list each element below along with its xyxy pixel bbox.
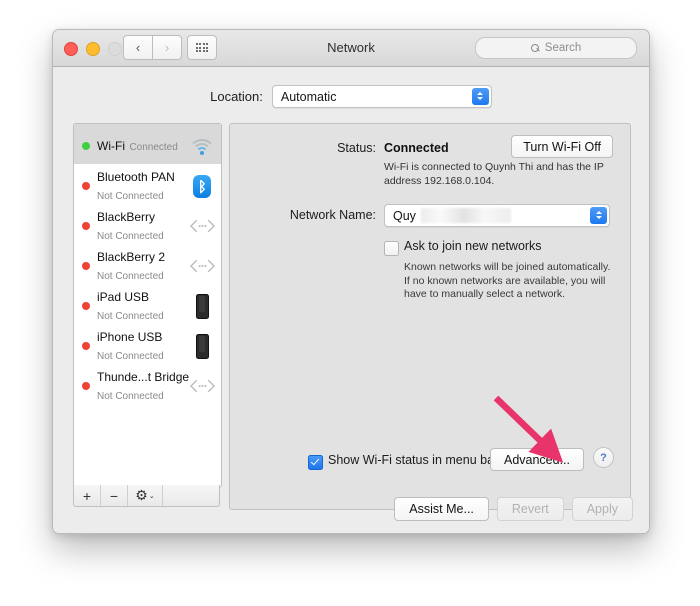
status-dot: [82, 382, 90, 390]
service-status: Not Connected: [97, 391, 164, 402]
thunderbolt-icon: [189, 253, 215, 279]
turn-wifi-off-button[interactable]: Turn Wi-Fi Off: [511, 135, 613, 158]
service-status: Not Connected: [97, 351, 164, 362]
window-titlebar: ‹ › Network Search: [53, 30, 649, 67]
wifi-detail-pane: Status: Connected Turn Wi-Fi Off Wi-Fi i…: [229, 123, 631, 510]
toolbar-filler: [163, 485, 219, 506]
sidebar-item-blackberry[interactable]: BlackBerry Not Connected: [74, 204, 221, 244]
service-name: Thunde...t Bridge: [97, 370, 190, 384]
chevron-updown-icon: [590, 206, 607, 224]
status-description: Wi-Fi is connected to Quynh Thi and has …: [384, 161, 604, 187]
thunderbolt-icon: [189, 373, 215, 399]
status-value: Connected: [384, 141, 449, 155]
service-name: iPhone USB: [97, 330, 163, 344]
sidebar-item-bluetooth-pan[interactable]: Bluetooth PAN Not Connected: [74, 164, 221, 204]
search-icon: [530, 43, 540, 53]
chevron-down-icon: ⌄: [148, 492, 155, 500]
status-label: Status:: [337, 141, 376, 155]
gear-menu-button[interactable]: ⚙ ⌄: [128, 485, 163, 506]
network-name-dropdown[interactable]: Quy: [384, 204, 610, 227]
service-status: Not Connected: [97, 311, 164, 322]
ask-to-join-checkbox[interactable]: [384, 241, 399, 256]
status-dot: [82, 222, 90, 230]
redacted-network-name: [421, 208, 511, 223]
footer-buttons: Assist Me... Revert Apply: [394, 497, 633, 521]
location-label: Location:: [210, 89, 263, 104]
sidebar-item-wi-fi[interactable]: Wi-Fi Connected: [74, 124, 221, 164]
service-list-toolbar: + − ⚙ ⌄: [73, 485, 220, 507]
service-status: Connected: [129, 142, 178, 153]
network-name-label: Network Name:: [289, 208, 376, 222]
phone-icon: [189, 333, 215, 359]
network-name-value: Quy: [393, 208, 416, 223]
assist-me-button[interactable]: Assist Me...: [394, 497, 489, 521]
service-name: BlackBerry 2: [97, 250, 166, 264]
ask-to-join-description: Known networks will be joined automatica…: [404, 261, 611, 300]
service-name: Bluetooth PAN: [97, 170, 175, 184]
ask-to-join-label: Ask to join new networks: [404, 239, 542, 253]
status-dot: [82, 262, 90, 270]
status-dot: [82, 142, 90, 150]
screenshot-root: ‹ › Network Search Location: Automatic W…: [0, 0, 700, 606]
service-name: BlackBerry: [97, 210, 156, 224]
service-status: Not Connected: [97, 191, 164, 202]
location-row: Location: Automatic: [53, 85, 649, 108]
location-value: Automatic: [280, 89, 337, 104]
remove-service-button[interactable]: −: [101, 485, 128, 506]
network-preferences-window: ‹ › Network Search Location: Automatic W…: [52, 29, 650, 534]
service-status: Not Connected: [97, 271, 164, 282]
show-wifi-status-label: Show Wi-Fi status in menu bar: [328, 453, 499, 467]
wifi-icon: [188, 133, 216, 159]
gear-icon: ⚙: [135, 487, 148, 503]
status-dot: [82, 182, 90, 190]
add-service-button[interactable]: +: [74, 485, 101, 506]
phone-icon: [189, 293, 215, 319]
service-status: Not Connected: [97, 231, 164, 242]
location-dropdown[interactable]: Automatic: [271, 85, 492, 108]
search-placeholder: Search: [544, 42, 582, 54]
sidebar-item-ipad-usb[interactable]: iPad USB Not Connected: [74, 284, 221, 324]
sidebar-item-thunderbolt-bridge[interactable]: Thunde...t Bridge Not Connected: [74, 364, 221, 404]
apply-button: Apply: [571, 497, 633, 521]
sidebar-item-iphone-usb[interactable]: iPhone USB Not Connected: [74, 324, 221, 364]
thunderbolt-icon: [189, 213, 215, 239]
service-name: iPad USB: [97, 290, 150, 304]
service-name: Wi-Fi: [97, 139, 125, 153]
advanced-button[interactable]: Advanced...: [490, 448, 584, 471]
status-dot: [82, 302, 90, 310]
sidebar-item-blackberry-2[interactable]: BlackBerry 2 Not Connected: [74, 244, 221, 284]
show-wifi-status-checkbox[interactable]: [308, 455, 323, 470]
bluetooth-icon: [189, 173, 215, 199]
help-button[interactable]: ?: [593, 447, 614, 468]
window-body: Location: Automatic Wi-Fi Connected Blue…: [53, 67, 649, 533]
status-dot: [82, 342, 90, 350]
search-field[interactable]: Search: [475, 37, 637, 59]
service-list[interactable]: Wi-Fi Connected Bluetooth PAN Not Connec…: [73, 123, 222, 488]
chevron-updown-icon: [471, 87, 489, 105]
revert-button: Revert: [496, 497, 564, 521]
